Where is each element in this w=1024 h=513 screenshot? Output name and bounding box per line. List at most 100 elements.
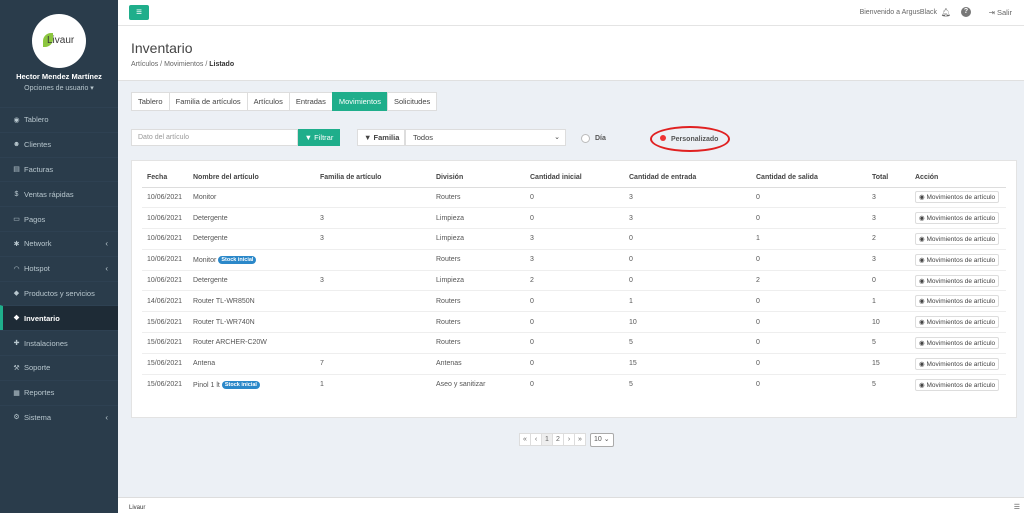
tab-entradas[interactable]: Entradas bbox=[288, 92, 333, 111]
cell-familia bbox=[315, 311, 431, 333]
article-movements-button[interactable]: ◉ Movimientos de artículo bbox=[915, 336, 1000, 349]
cell-text: 15 bbox=[629, 360, 637, 368]
button-label: Movimientos de artículo bbox=[926, 256, 996, 264]
sidebar-item-network[interactable]: ✱ Network ‹ bbox=[0, 230, 118, 256]
cell-inicial: 3 bbox=[525, 228, 624, 250]
cell-text: 3 bbox=[872, 214, 876, 222]
logout-label: Salir bbox=[996, 8, 1012, 17]
sidebar-item-hotspot[interactable]: ◠ Hotspot ‹ bbox=[0, 255, 118, 281]
user-options[interactable]: Opciones de usuario ▾ bbox=[0, 84, 118, 92]
cell-nombre: Detergente bbox=[188, 207, 315, 229]
sidebar-item-sistema[interactable]: ⚙ Sistema ‹ bbox=[0, 404, 118, 430]
sidebar-item-ventas-r-pidas[interactable]: $ Ventas rápidas bbox=[0, 181, 118, 206]
article-movements-button[interactable]: ◉ Movimientos de artículo bbox=[915, 274, 1000, 287]
family-select[interactable]: Todos ⌄ bbox=[405, 129, 566, 146]
cell-salida: 0 bbox=[751, 332, 867, 354]
column-header: Cantidad inicial bbox=[525, 168, 624, 188]
cell-division: Routers bbox=[431, 332, 525, 354]
sidebar-item-clientes[interactable]: ☻ Clientes bbox=[0, 131, 118, 157]
logout-button[interactable]: ⇥ Salir bbox=[989, 8, 1012, 17]
cell-text: 0 bbox=[629, 277, 633, 285]
sidebar-item-inventario[interactable]: ❖ Inventario bbox=[0, 305, 118, 331]
cell-salida: 0 bbox=[751, 207, 867, 229]
cell-text: 0 bbox=[530, 297, 534, 305]
cell-text: Limpieza bbox=[436, 277, 465, 285]
cell-text: Pinol 1 lt bbox=[193, 381, 220, 389]
article-movements-button[interactable]: ◉ Movimientos de artículo bbox=[915, 295, 1000, 308]
article-movements-button[interactable]: ◉ Movimientos de artículo bbox=[915, 316, 1000, 329]
cell-inicial: 0 bbox=[525, 352, 624, 375]
cell-text: Router TL-WR850N bbox=[193, 297, 255, 305]
cell-text: 0 bbox=[530, 193, 534, 201]
cell-division: Routers bbox=[431, 248, 525, 271]
sidebar-item-reportes[interactable]: ▦ Reportes bbox=[0, 379, 118, 405]
menu-toggle-button[interactable]: ≡ bbox=[129, 5, 149, 20]
cell-salida: 1 bbox=[751, 228, 867, 250]
logo: Livaur bbox=[32, 14, 86, 68]
chevron-left-icon: ‹ bbox=[105, 412, 108, 422]
sidebar-item-soporte[interactable]: ⚒ Soporte bbox=[0, 354, 118, 380]
button-label: Movimientos de artículo bbox=[926, 235, 996, 243]
article-movements-button[interactable]: ◉ Movimientos de artículo bbox=[915, 378, 1000, 391]
page-link[interactable]: » bbox=[574, 433, 586, 446]
filter-button[interactable]: ▼ Filtrar bbox=[298, 129, 340, 146]
page-size-select[interactable]: 10 ⌄ bbox=[590, 433, 614, 447]
wifi-icon: ◠ bbox=[13, 265, 20, 273]
cell-fecha: 14/06/2021 bbox=[142, 290, 188, 312]
radio-day[interactable] bbox=[581, 134, 590, 143]
table-body: 10/06/2021 Monitor Routers 0 3 0 3 ◉ Movimiento… bbox=[142, 186, 1006, 395]
settings-sliders-icon[interactable]: ☰ bbox=[1014, 503, 1020, 511]
cell-text: 1 bbox=[872, 297, 876, 305]
cell-familia: 1 bbox=[315, 373, 431, 395]
article-movements-button[interactable]: ◉ Movimientos de artículo bbox=[915, 232, 1000, 245]
cell-fecha: 15/06/2021 bbox=[142, 311, 188, 333]
cell-total: 3 bbox=[867, 186, 910, 208]
cell-text: 3 bbox=[530, 256, 534, 264]
cell-text: 10/06/2021 bbox=[147, 214, 183, 222]
sidebar-item-instalaciones[interactable]: ✚ Instalaciones bbox=[0, 330, 118, 355]
chevron-left-icon: ‹ bbox=[105, 264, 108, 274]
cell-text: 3 bbox=[629, 214, 633, 222]
sidebar-item-productos-y-servicios[interactable]: ◆ Productos y servicios bbox=[0, 280, 118, 306]
radio-day-label[interactable]: Día bbox=[595, 135, 606, 142]
sidebar-item-label: Ventas rápidas bbox=[24, 189, 74, 199]
movements-panel: Fecha Nombre del artículo Familia de artíc… bbox=[131, 160, 1017, 418]
article-movements-button[interactable]: ◉ Movimientos de artículo bbox=[915, 357, 1000, 370]
cell-total: 10 bbox=[867, 311, 910, 333]
sidebar-item-facturas[interactable]: ▤ Facturas bbox=[0, 156, 118, 182]
breadcrumb-item[interactable]: Movimientos bbox=[164, 61, 203, 68]
cell-division: Routers bbox=[431, 186, 525, 208]
chevron-left-icon: ‹ bbox=[105, 239, 108, 249]
article-movements-button[interactable]: ◉ Movimientos de artículo bbox=[915, 253, 1000, 266]
help-icon[interactable]: ? bbox=[961, 7, 971, 17]
sidebar-item-tablero[interactable]: ◉ Tablero bbox=[0, 107, 118, 132]
sidebar-item-label: Tablero bbox=[24, 115, 49, 125]
breadcrumb-item[interactable]: Artículos bbox=[131, 61, 158, 68]
bell-icon[interactable]: 🔔︎ bbox=[941, 8, 951, 17]
tab-familia-de-art-culos[interactable]: Familia de artículos bbox=[168, 92, 248, 111]
cell-text: 2 bbox=[530, 277, 534, 285]
cell-inicial: 0 bbox=[525, 373, 624, 395]
cell-nombre: Detergente bbox=[188, 269, 315, 291]
status-badge: Stock inicial bbox=[218, 255, 257, 264]
tab-movimientos[interactable]: Movimientos bbox=[331, 92, 388, 111]
cell-text: 3 bbox=[320, 214, 324, 222]
tab-solicitudes[interactable]: Solicitudes bbox=[386, 92, 438, 111]
cell-salida: 0 bbox=[751, 290, 867, 312]
user-panel: Livaur Hector Mendez Martínez Opciones d… bbox=[0, 0, 118, 107]
cell-nombre: Router ARCHER-C20W bbox=[188, 332, 315, 354]
tab-tablero[interactable]: Tablero bbox=[131, 92, 170, 111]
tab-bar: Tablero Familia de artículos Artículos Entr… bbox=[131, 92, 438, 111]
article-movements-button[interactable]: ◉ Movimientos de artículo bbox=[915, 191, 1000, 204]
cell-text: 1 bbox=[320, 381, 324, 389]
welcome-text: Bienvenido a ArgusBlack bbox=[859, 9, 937, 16]
sidebar-item-pagos[interactable]: ▭ Pagos bbox=[0, 206, 118, 231]
tab-art-culos[interactable]: Artículos bbox=[246, 92, 290, 111]
user-name: Hector Mendez Martínez bbox=[16, 72, 102, 81]
page-header: Inventario Artículos / Movimientos / Lis… bbox=[118, 26, 1024, 81]
cell-text: 3 bbox=[320, 277, 324, 285]
search-input[interactable]: Dato del artículo bbox=[131, 129, 298, 146]
cell-text: 0 bbox=[756, 214, 760, 222]
article-movements-button[interactable]: ◉ Movimientos de artículo bbox=[915, 212, 1000, 225]
cell-text: 15/06/2021 bbox=[147, 339, 183, 347]
